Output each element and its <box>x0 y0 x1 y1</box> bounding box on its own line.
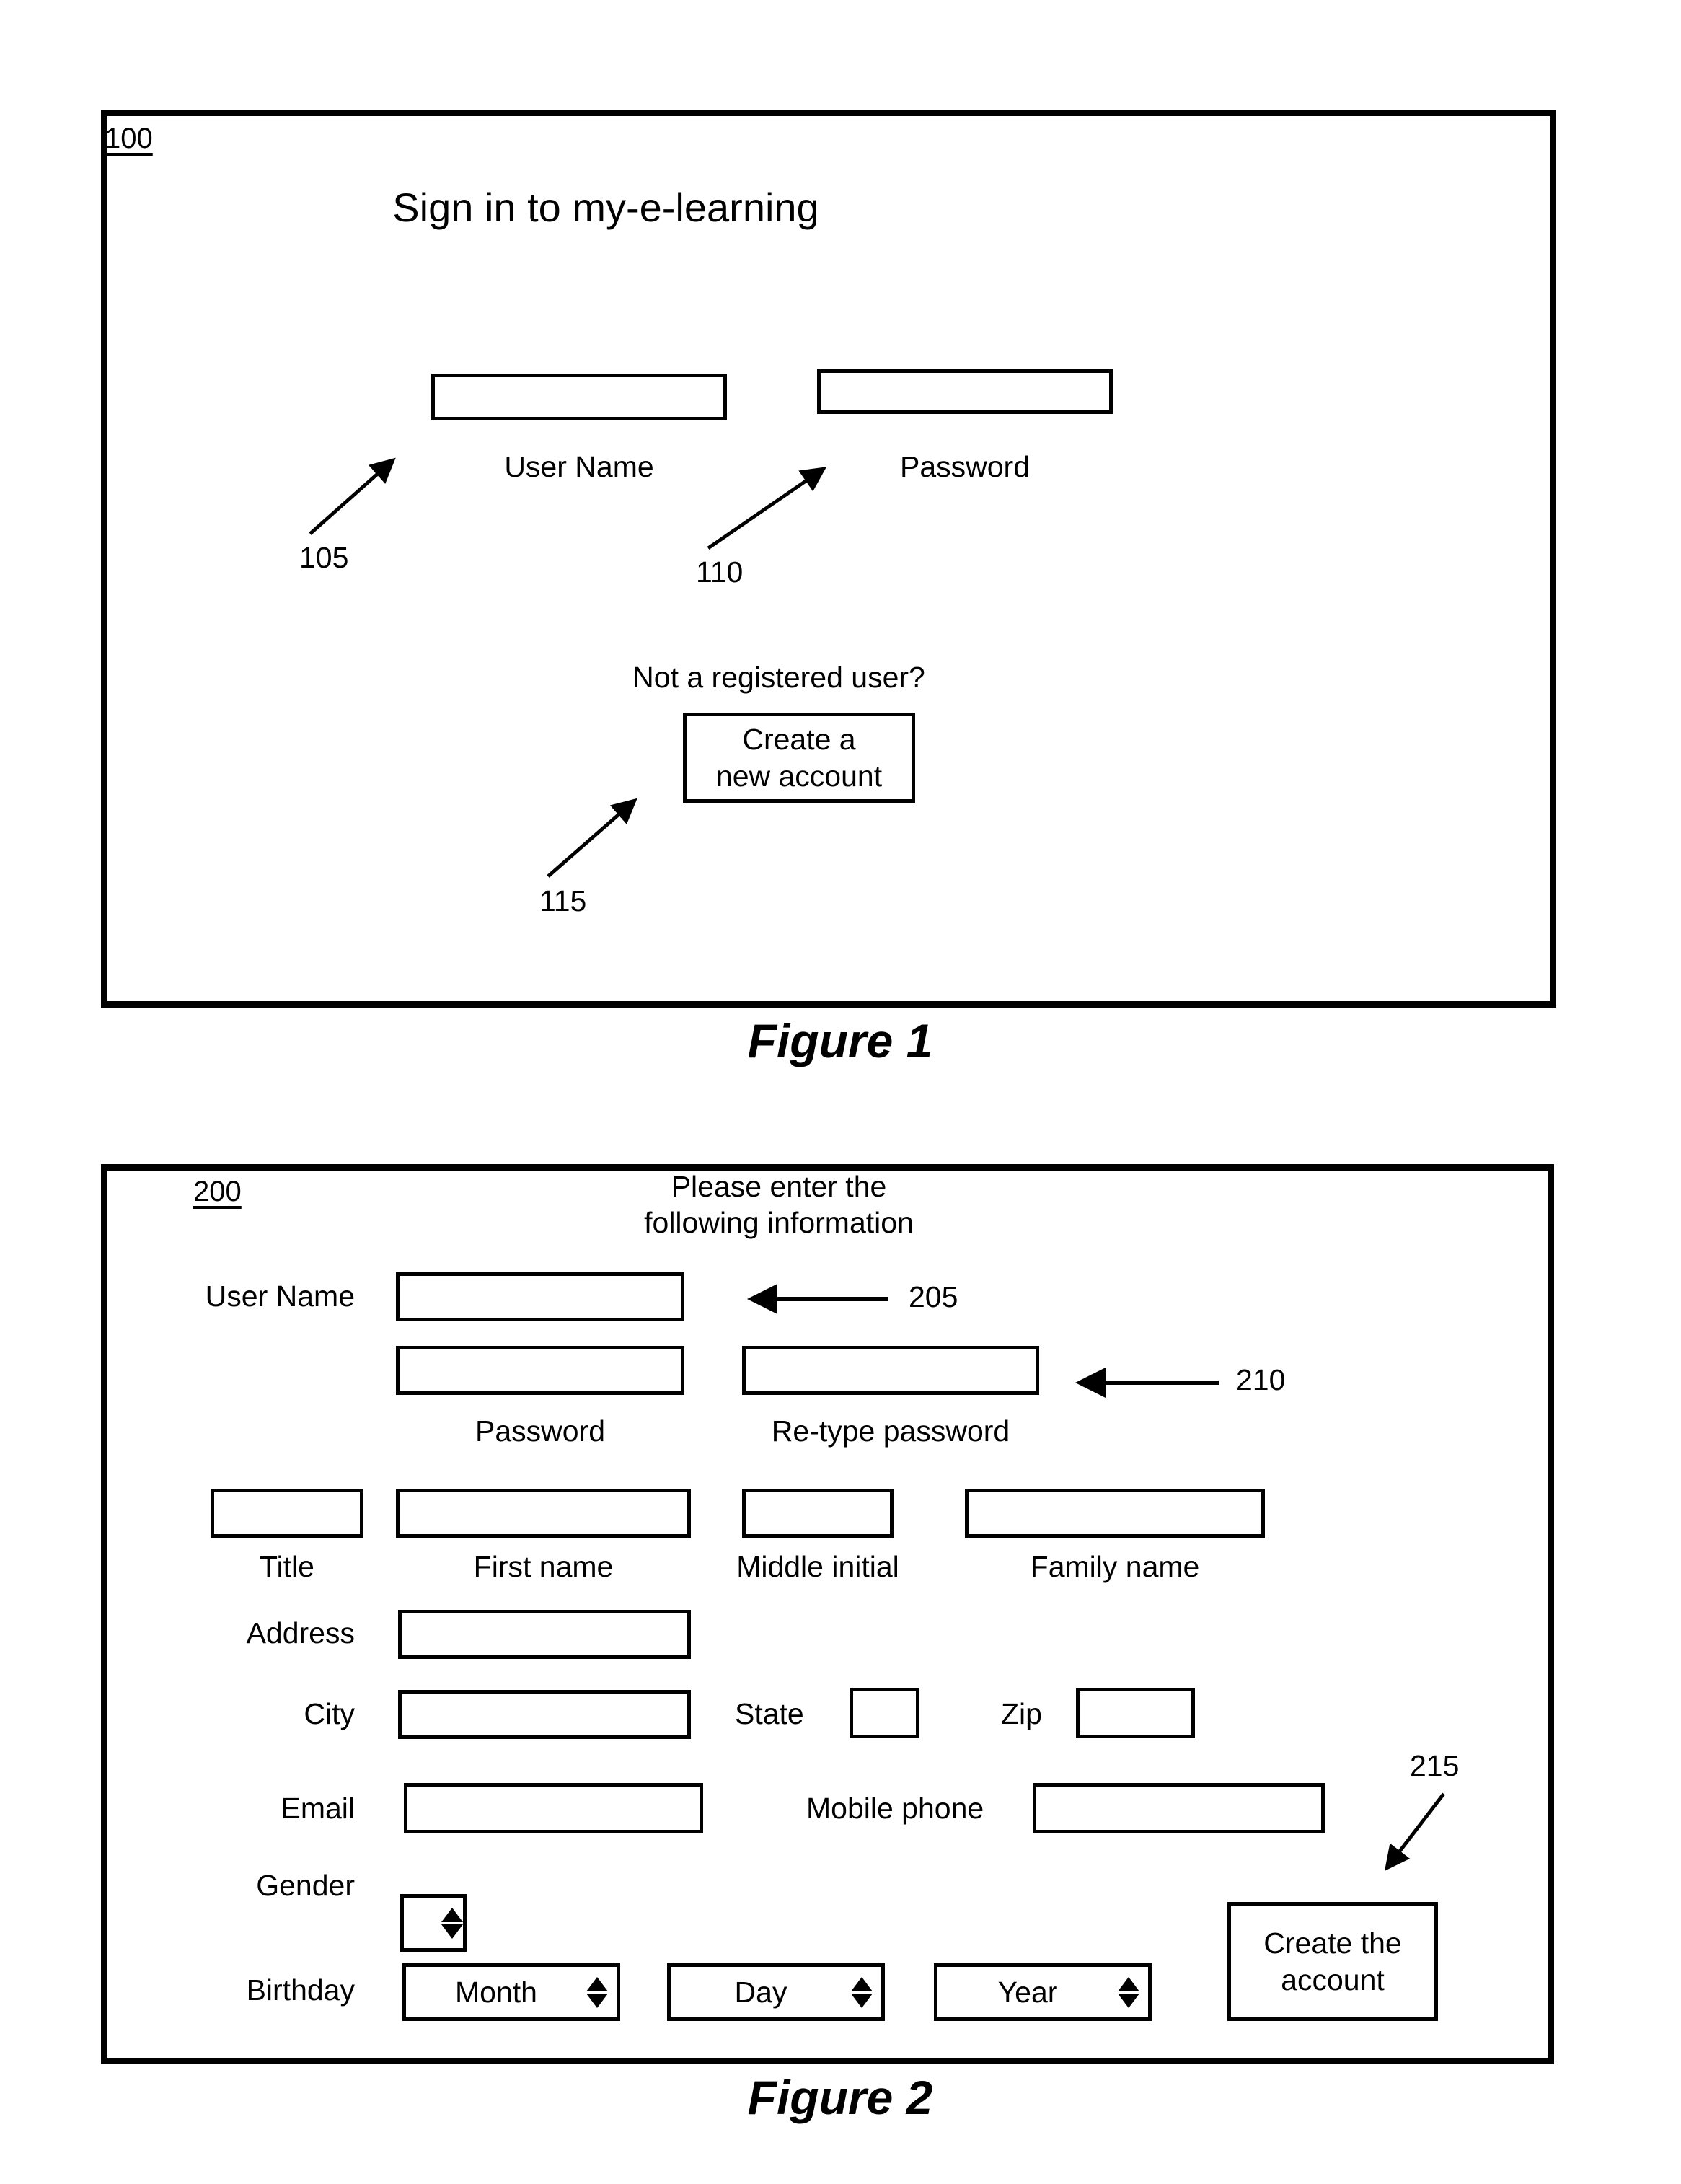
create-new-account-line1: Create a <box>742 723 856 757</box>
f2-mobile-phone-field[interactable] <box>1033 1783 1325 1833</box>
figure-1-reference-id: 100 <box>105 123 153 154</box>
f2-city-field[interactable] <box>398 1690 691 1739</box>
create-the-account-line2: account <box>1281 1963 1385 1996</box>
create-new-account-button[interactable]: Create a new account <box>683 713 915 803</box>
f2-email-field[interactable] <box>404 1783 703 1833</box>
user-name-label: User Name <box>504 450 654 483</box>
callout-115: 115 <box>539 884 587 917</box>
f2-state-field[interactable] <box>850 1688 919 1738</box>
callout-210: 210 <box>1236 1363 1286 1396</box>
f2-state-label: State <box>735 1697 804 1730</box>
f2-gender-select[interactable] <box>400 1894 467 1952</box>
f2-zip-label: Zip <box>1001 1697 1042 1730</box>
f2-family-name-label: Family name <box>1030 1550 1200 1583</box>
callout-205: 205 <box>909 1280 958 1313</box>
f2-mobile-phone-label: Mobile phone <box>806 1792 984 1825</box>
f2-email-label: Email <box>281 1792 355 1825</box>
f2-city-label: City <box>304 1697 355 1730</box>
f2-day-value: Day <box>734 1975 787 2009</box>
year-stepper-arrows-icon[interactable] <box>1118 1976 1139 2008</box>
f2-user-name-field[interactable] <box>396 1272 684 1321</box>
month-stepper-arrows-icon[interactable] <box>586 1976 608 2008</box>
callout-110: 110 <box>696 555 744 589</box>
f2-birthday-day-select[interactable]: Day <box>667 1963 885 2021</box>
figure-1-caption: Figure 1 <box>747 1014 933 1067</box>
f2-address-label: Address <box>246 1616 355 1650</box>
gender-stepper-arrows-icon[interactable] <box>441 1907 463 1939</box>
f2-first-name-label: First name <box>473 1550 614 1583</box>
f2-password-label: Password <box>475 1414 605 1448</box>
f2-retype-password-field[interactable] <box>742 1346 1039 1395</box>
f2-first-name-field[interactable] <box>396 1489 691 1538</box>
create-the-account-line1: Create the <box>1263 1927 1402 1960</box>
figure-2-caption: Figure 2 <box>747 2071 933 2124</box>
create-new-account-line2: new account <box>715 759 883 793</box>
f2-user-name-label: User Name <box>205 1280 355 1313</box>
create-the-account-button[interactable]: Create the account <box>1227 1902 1438 2021</box>
user-name-field[interactable] <box>431 374 727 420</box>
f2-password-field[interactable] <box>396 1346 684 1395</box>
f2-family-name-field[interactable] <box>965 1489 1265 1538</box>
not-registered-prompt: Not a registered user? <box>632 661 925 694</box>
figure-2-reference-id: 200 <box>193 1176 242 1207</box>
f2-middle-initial-field[interactable] <box>742 1489 894 1538</box>
f2-year-value: Year <box>997 1975 1058 2009</box>
day-stepper-arrows-icon[interactable] <box>851 1976 873 2008</box>
sign-in-title: Sign in to my-e-learning <box>392 185 819 230</box>
password-label: Password <box>899 450 1030 483</box>
f2-month-value: Month <box>455 1975 537 2009</box>
f2-address-field[interactable] <box>398 1610 691 1659</box>
password-field[interactable] <box>817 369 1113 414</box>
f2-birthday-month-select[interactable]: Month <box>402 1963 620 2021</box>
f2-middle-initial-label: Middle initial <box>736 1550 899 1583</box>
figure-2-heading-line2: following information <box>644 1206 914 1240</box>
f2-zip-field[interactable] <box>1076 1688 1195 1738</box>
f2-gender-label: Gender <box>256 1869 355 1902</box>
callout-215: 215 <box>1410 1749 1460 1782</box>
callout-105: 105 <box>299 541 349 574</box>
f2-retype-password-label: Re-type password <box>771 1414 1010 1448</box>
f2-birthday-year-select[interactable]: Year <box>934 1963 1152 2021</box>
f2-title-label: Title <box>260 1550 314 1583</box>
f2-title-field[interactable] <box>211 1489 363 1538</box>
figure-2-heading-line1: Please enter the <box>671 1170 887 1203</box>
f2-birthday-label: Birthday <box>246 1973 355 2007</box>
